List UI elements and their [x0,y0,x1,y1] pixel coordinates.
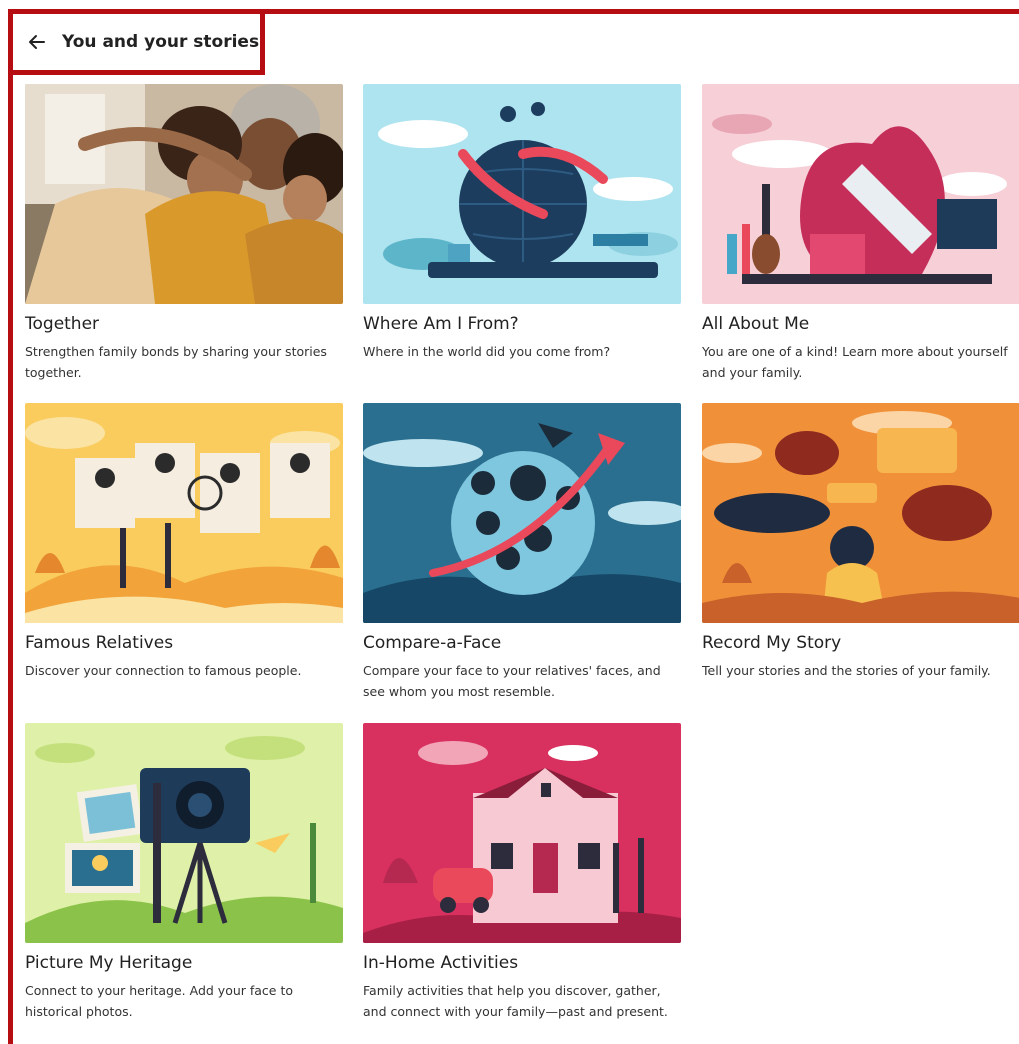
card-where-am-i-from[interactable]: Where Am I From? Where in the world did … [363,84,681,362]
card-all-about-me[interactable]: All About Me You are one of a kind! Lear… [702,84,1019,383]
card-title: Picture My Heritage [25,953,193,973]
card-description: Compare your face to your relatives' fac… [363,663,661,699]
card-description: Tell your stories and the stories of you… [702,663,991,678]
card-title: Record My Story [702,633,842,653]
card-image-picture-my-heritage [25,723,343,943]
card-description: Connect to your heritage. Add your face … [25,983,294,1019]
card-description: Strengthen family bonds by sharing your … [25,344,327,380]
card-description: Family activities that help you discover… [363,983,668,1019]
card-picture-my-heritage[interactable]: Picture My Heritage Connect to your heri… [25,723,343,1022]
card-image-famous-relatives [25,403,343,623]
card-title: In-Home Activities [363,953,519,973]
page-header: You and your stories [8,9,265,75]
card-together[interactable]: Together Strengthen family bonds by shar… [25,84,343,383]
card-description: Discover your connection to famous peopl… [25,663,302,678]
card-title: Together [25,314,100,334]
highlight-frame-left [8,9,13,1044]
card-title: Where Am I From? [363,314,519,334]
card-title: All About Me [702,314,810,334]
card-image-all-about-me [702,84,1019,304]
card-famous-relatives[interactable]: Famous Relatives Discover your connectio… [25,403,343,681]
card-record-my-story[interactable]: Record My Story Tell your stories and th… [702,403,1019,681]
card-title: Famous Relatives [25,633,174,653]
page-title: You and your stories [62,32,260,52]
card-image-together [25,84,343,304]
card-description: You are one of a kind! Learn more about … [702,344,1008,380]
card-compare-a-face[interactable]: Compare-a-Face Compare your face to your… [363,403,681,702]
card-image-where-am-i-from [363,84,681,304]
card-title: Compare-a-Face [363,633,502,653]
card-description: Where in the world did you come from? [363,344,611,359]
card-image-record-my-story [702,403,1019,623]
card-image-compare-a-face [363,403,681,623]
arrow-left-icon[interactable] [27,32,47,52]
card-image-in-home-activities [363,723,681,943]
card-in-home-activities[interactable]: In-Home Activities Family activities tha… [363,723,681,1022]
